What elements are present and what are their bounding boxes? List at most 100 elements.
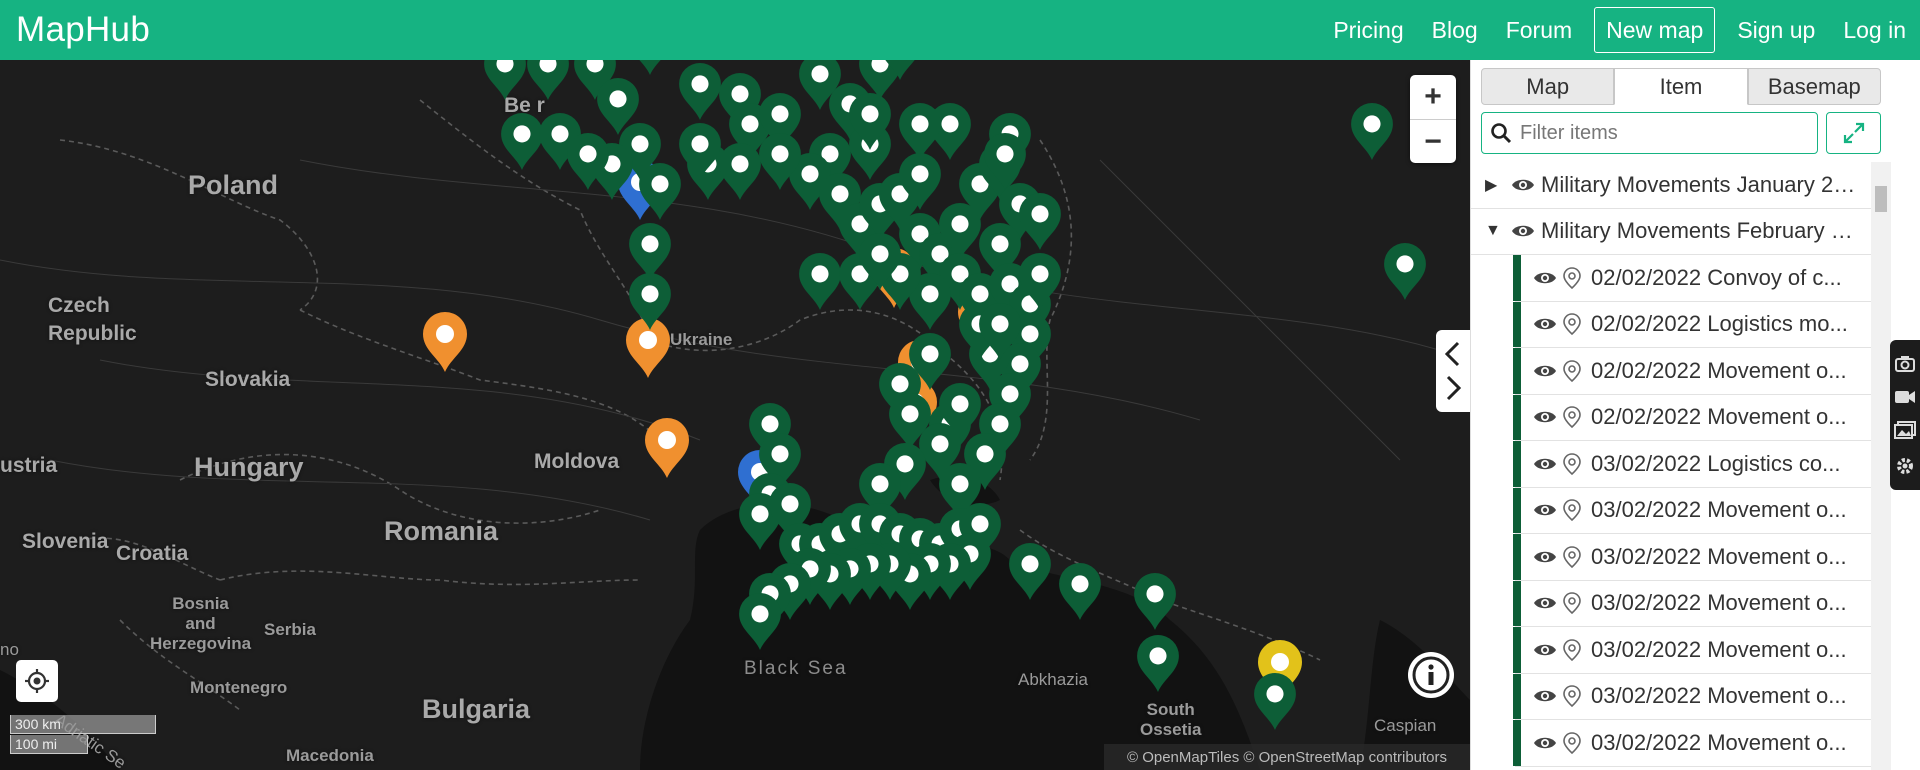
eye-icon[interactable] [1533, 735, 1563, 751]
item-list[interactable]: ▶ Military Movements January 2022 ▼ Mili… [1471, 162, 1871, 770]
map-marker[interactable] [1009, 543, 1051, 600]
map-marker[interactable] [626, 318, 670, 378]
map-marker[interactable] [1384, 243, 1426, 300]
eye-icon[interactable] [1533, 688, 1563, 704]
list-item[interactable]: 03/02/2022 Movement o... [1513, 580, 1871, 627]
map-marker[interactable] [501, 113, 543, 170]
map-marker[interactable] [1059, 563, 1101, 620]
map-pin-icon [1563, 685, 1591, 708]
crosshair-icon [25, 669, 49, 693]
map-pin-icon [1563, 313, 1591, 336]
nav-blog[interactable]: Blog [1418, 0, 1492, 60]
map-marker[interactable] [679, 62, 721, 120]
tab-map[interactable]: Map [1481, 68, 1615, 105]
eye-icon[interactable] [1533, 549, 1563, 565]
group-row-january[interactable]: ▶ Military Movements January 2022 [1471, 162, 1871, 209]
eye-icon[interactable] [1533, 642, 1563, 658]
scale-mi: 100 mi [10, 735, 88, 754]
eye-icon[interactable] [1533, 502, 1563, 518]
map-marker[interactable] [1137, 635, 1179, 692]
eye-icon[interactable] [1533, 456, 1563, 472]
map-marker[interactable] [639, 163, 681, 220]
expand-panel-button[interactable] [1826, 112, 1881, 154]
map-marker[interactable] [645, 418, 689, 478]
map-pin-icon [1563, 266, 1591, 289]
eye-icon[interactable] [1533, 409, 1563, 425]
nav-forum[interactable]: Forum [1492, 0, 1586, 60]
eye-icon[interactable] [1511, 223, 1541, 239]
panel-tabs: Map Item Basemap [1481, 68, 1881, 105]
list-item[interactable]: 03/02/2022 Logistics co... [1513, 441, 1871, 488]
map-marker[interactable] [423, 312, 467, 372]
map-pin-icon [1563, 499, 1591, 522]
panel-toggle[interactable] [1436, 330, 1470, 412]
eye-icon[interactable] [1511, 177, 1541, 193]
camera-icon[interactable] [1895, 354, 1915, 373]
list-item[interactable]: 02/02/2022 Movement o... [1513, 348, 1871, 395]
info-icon [1412, 656, 1450, 694]
map-marker[interactable] [719, 143, 761, 200]
zoom-control: + − [1410, 75, 1456, 163]
images-icon[interactable] [1894, 421, 1916, 440]
map-canvas[interactable]: Poland Czech Republic Slovakia Hungary u… [0, 60, 1470, 770]
list-item[interactable]: 03/02/2022 Movement o... [1513, 534, 1871, 581]
tab-item[interactable]: Item [1614, 68, 1748, 105]
filter-input[interactable] [1520, 121, 1800, 145]
map-marker[interactable] [629, 60, 671, 75]
map-pin-icon [1563, 638, 1591, 661]
item-title: 03/02/2022 Movement o... [1591, 729, 1847, 755]
item-title: 02/02/2022 Movement o... [1591, 404, 1847, 430]
map-marker[interactable] [739, 593, 781, 650]
list-item[interactable]: 02/02/2022 Movement o... [1513, 394, 1871, 441]
map-marker[interactable] [899, 103, 941, 160]
map-attribution[interactable]: © OpenMapTiles © OpenStreetMap contribut… [1104, 744, 1470, 770]
expand-icon [1843, 122, 1864, 144]
eye-icon[interactable] [1533, 270, 1563, 286]
list-item[interactable]: 03/02/2022 Movement o... [1513, 673, 1871, 720]
eye-icon[interactable] [1533, 316, 1563, 332]
eye-icon[interactable] [1533, 595, 1563, 611]
map-pin-icon [1563, 359, 1591, 382]
info-button[interactable] [1408, 652, 1454, 698]
gear-icon[interactable] [1895, 456, 1915, 476]
group-row-february[interactable]: ▼ Military Movements February 2022 [1471, 209, 1871, 255]
brand-logo[interactable]: MapHub [16, 10, 150, 50]
list-scrollbar[interactable] [1871, 162, 1891, 770]
eye-icon[interactable] [1533, 363, 1563, 379]
zoom-out-button[interactable]: − [1410, 119, 1456, 163]
nav-pricing[interactable]: Pricing [1319, 0, 1417, 60]
video-icon[interactable] [1894, 389, 1916, 405]
item-title: 03/02/2022 Movement o... [1591, 636, 1847, 662]
map-marker[interactable] [799, 253, 841, 310]
map-marker[interactable] [1351, 103, 1393, 160]
map-marker[interactable] [1019, 193, 1061, 250]
list-item[interactable]: 03/02/2022 Movement o... [1513, 627, 1871, 674]
item-title: 02/02/2022 Convoy of c... [1591, 264, 1842, 290]
caret-down-icon[interactable]: ▼ [1485, 222, 1503, 240]
list-item[interactable]: 02/02/2022 Convoy of c... [1513, 255, 1871, 302]
map-marker[interactable] [629, 273, 671, 330]
map-pin-icon [1563, 731, 1591, 754]
map-marker[interactable] [527, 60, 569, 100]
top-navigation-bar: MapHub Pricing Blog Forum New map Sign u… [0, 0, 1920, 60]
search-icon [1491, 123, 1512, 144]
map-marker[interactable] [1134, 573, 1176, 630]
caret-right-icon[interactable]: ▶ [1485, 175, 1503, 195]
map-marker[interactable] [484, 60, 526, 100]
tab-basemap[interactable]: Basemap [1747, 68, 1881, 105]
nav-sign-up[interactable]: Sign up [1723, 0, 1829, 60]
locate-button[interactable] [16, 660, 58, 702]
chevron-right-icon[interactable] [1442, 375, 1464, 401]
chevron-left-icon[interactable] [1442, 341, 1464, 367]
new-map-button[interactable]: New map [1594, 7, 1716, 53]
markers-layer[interactable] [0, 60, 1470, 770]
nav-log-in[interactable]: Log in [1829, 0, 1920, 60]
list-item[interactable]: 03/02/2022 Movement o... [1513, 487, 1871, 534]
scrollbar-thumb[interactable] [1875, 186, 1887, 212]
map-marker[interactable] [1254, 673, 1296, 730]
zoom-in-button[interactable]: + [1410, 75, 1456, 119]
list-item[interactable]: 02/02/2022 Logistics mo... [1513, 301, 1871, 348]
map-marker[interactable] [629, 223, 671, 280]
list-item[interactable]: 03/02/2022 Movement o... [1513, 720, 1871, 767]
map-pin-icon [1563, 545, 1591, 568]
